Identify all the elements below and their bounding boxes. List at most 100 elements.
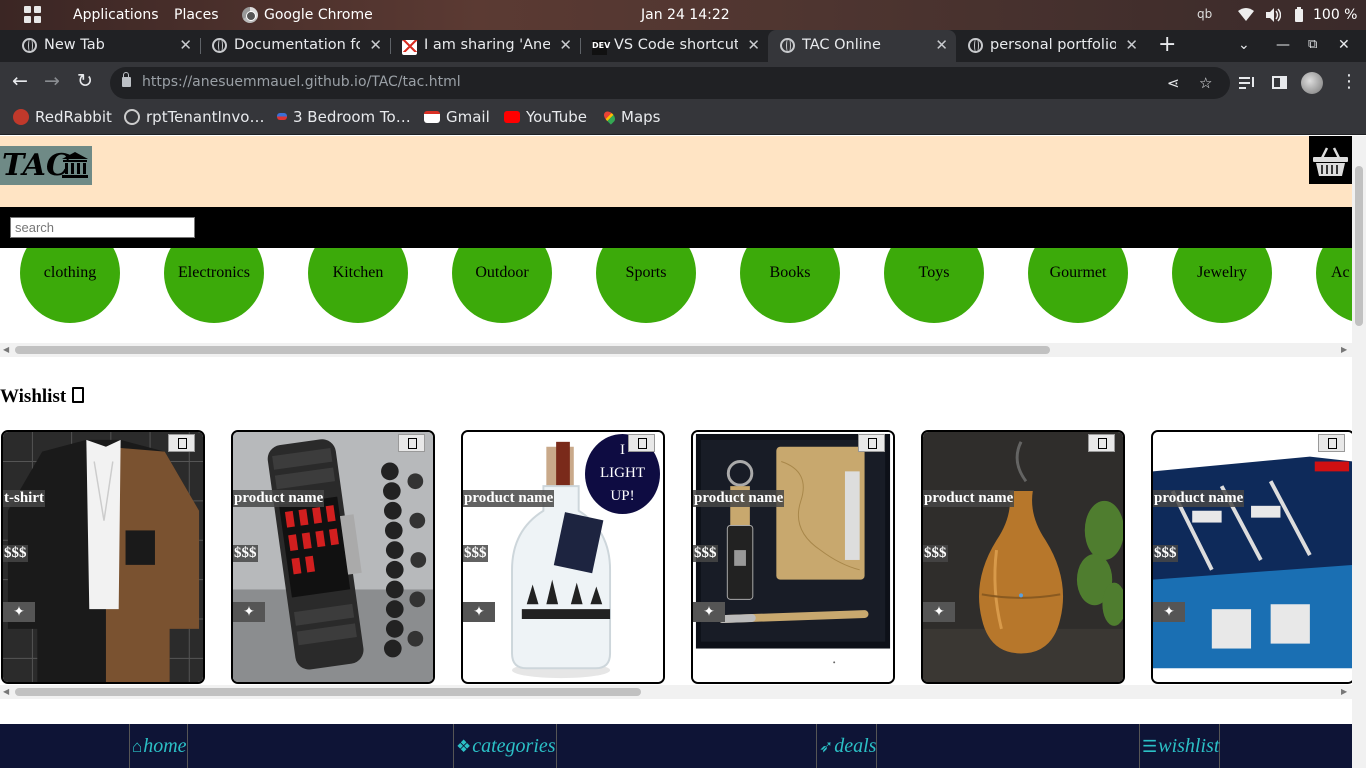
house-icon [277,113,287,120]
menu-kebab-icon[interactable]: ⋮ [1340,71,1358,92]
product-price: $$$ [923,545,948,562]
url-path: /TAC/tac.html [366,74,461,90]
active-app-menu[interactable]: Google Chrome [264,7,373,23]
bookmark-redrabbit[interactable]: RedRabbit [13,108,112,126]
nav-deals[interactable]: ➶deals [816,724,878,768]
sparkle-icon[interactable]: ✦ [3,602,35,622]
cart-button[interactable] [1309,136,1352,184]
tab-documentation[interactable]: Documentation for ✕ [200,30,390,62]
category-accessories[interactable]: Ac [1316,248,1352,323]
category-books[interactable]: Books [740,248,840,323]
category-outdoor[interactable]: Outdoor [452,248,552,323]
apps-grid-icon[interactable] [24,6,41,23]
close-tab-icon[interactable]: ✕ [1125,36,1138,54]
profile-avatar[interactable] [1301,72,1323,94]
keyboard-layout-indicator[interactable]: qb [1197,7,1212,21]
nav-categories[interactable]: ❖categories [453,724,557,768]
battery-percentage[interactable]: 100 % [1313,7,1357,23]
sparkle-icon[interactable]: ✦ [1153,602,1185,622]
products-horizontal-scrollbar[interactable]: ◀ ▶ [0,685,1352,699]
tab-label: New Tab [44,37,105,53]
close-tab-icon[interactable]: ✕ [747,36,760,54]
nav-home[interactable]: ⌂home [129,724,188,768]
sparkle-icon[interactable]: ✦ [233,602,265,622]
tab-search-chevron-icon[interactable]: ⌄ [1238,37,1250,53]
close-tab-icon[interactable]: ✕ [369,36,382,54]
reload-icon[interactable]: ↻ [77,70,93,92]
product-card[interactable]: t-shirt $$$ ✦ [1,430,205,684]
close-tab-icon[interactable]: ✕ [179,36,192,54]
wifi-icon[interactable] [1238,8,1254,21]
nav-wishlist[interactable]: ☰wishlist [1139,724,1221,768]
category-gourmet[interactable]: Gourmet [1028,248,1128,323]
product-card[interactable]: product name $$$ ✦ [231,430,435,684]
address-bar[interactable]: https://anesuemmauel.github.io/TAC/tac.h… [110,67,1230,99]
reading-list-icon[interactable] [1238,75,1256,91]
applications-menu[interactable]: Applications [73,7,159,23]
maps-icon [601,109,618,125]
category-sports[interactable]: Sports [596,248,696,323]
search-input[interactable] [10,217,195,238]
tab-vscode-shortcuts[interactable]: DEV VS Code shortcuts ✕ [580,30,768,62]
volume-icon[interactable] [1265,7,1281,23]
redrabbit-icon [13,109,29,125]
save-to-wishlist-button[interactable] [1088,434,1115,452]
bookmark-gmail[interactable]: Gmail [424,108,490,126]
bookmark-star-icon[interactable]: ☆ [1199,74,1212,92]
page-viewport: TAC clothing Electronics Ki [0,136,1366,768]
category-horizontal-scrollbar[interactable]: ◀ ▶ [0,343,1352,357]
share-icon[interactable]: ⋖ [1167,74,1180,92]
product-card[interactable]: I LIGHT UP! product name $$$ ✦ [461,430,665,684]
sparkle-icon[interactable]: ✦ [923,602,955,622]
page-vertical-scrollbar[interactable] [1352,136,1366,768]
category-jewelry[interactable]: Jewelry [1172,248,1272,323]
bookmark-3-bedroom[interactable]: 3 Bedroom To… [277,108,411,126]
category-electronics[interactable]: Electronics [164,248,264,323]
category-toys[interactable]: Toys [884,248,984,323]
save-to-wishlist-button[interactable] [398,434,425,452]
battery-icon[interactable] [1294,7,1304,23]
maximize-window-button[interactable]: ⧉ [1308,37,1317,52]
tab-new-tab[interactable]: New Tab ✕ [10,30,200,62]
bookmark-maps[interactable]: Maps [601,108,660,126]
clock[interactable]: Jan 24 14:22 [641,7,730,23]
lock-icon[interactable] [122,72,131,87]
bookmark-youtube[interactable]: YouTube [504,108,587,126]
new-tab-button[interactable]: + [1158,34,1176,56]
close-tab-icon[interactable]: ✕ [559,36,572,54]
tab-personal-portfolio[interactable]: personal portfolio ✕ [956,30,1146,62]
places-menu[interactable]: Places [174,7,219,23]
site-logo[interactable]: TAC [0,146,92,185]
minimize-window-button[interactable]: — [1276,37,1290,53]
product-card[interactable]: product name $$$ ✦ [921,430,1125,684]
product-name: product name [463,490,555,507]
nav-categories-label: categories [472,735,556,757]
category-kitchen[interactable]: Kitchen [308,248,408,323]
forward-icon[interactable]: → [44,70,60,92]
tab-gmail-sharing[interactable]: I am sharing 'Anes ✕ [390,30,580,62]
product-image-lego [1153,432,1352,682]
url-text[interactable]: https://anesuemmauel.github.io/TAC/tac.h… [142,74,461,90]
product-name: product name [693,490,785,507]
wishlist-hand-icon: ☰ [1142,737,1158,756]
product-image-gift-set [693,432,893,682]
product-card[interactable]: product name $$$ ✦ [1151,430,1352,684]
save-to-wishlist-button[interactable] [168,434,195,452]
tab-tac-online[interactable]: TAC Online ✕ [768,30,956,62]
save-to-wishlist-button[interactable] [1318,434,1345,452]
bookmark-label: YouTube [526,108,587,126]
youtube-icon [504,111,520,123]
sparkle-icon[interactable]: ✦ [693,602,725,622]
chrome-icon [22,38,37,53]
close-tab-icon[interactable]: ✕ [935,36,948,54]
bookmark-label: Gmail [446,108,490,126]
close-window-button[interactable]: ✕ [1338,37,1350,53]
side-panel-icon[interactable] [1272,76,1287,89]
save-to-wishlist-button[interactable] [628,434,655,452]
sparkle-icon[interactable]: ✦ [463,602,495,622]
bookmark-rpt-tenant[interactable]: rptTenantInvo… [124,108,264,126]
product-card[interactable]: product name $$$ ✦ [691,430,895,684]
save-to-wishlist-button[interactable] [858,434,885,452]
back-icon[interactable]: ← [12,70,28,92]
category-clothing[interactable]: clothing [20,248,120,323]
